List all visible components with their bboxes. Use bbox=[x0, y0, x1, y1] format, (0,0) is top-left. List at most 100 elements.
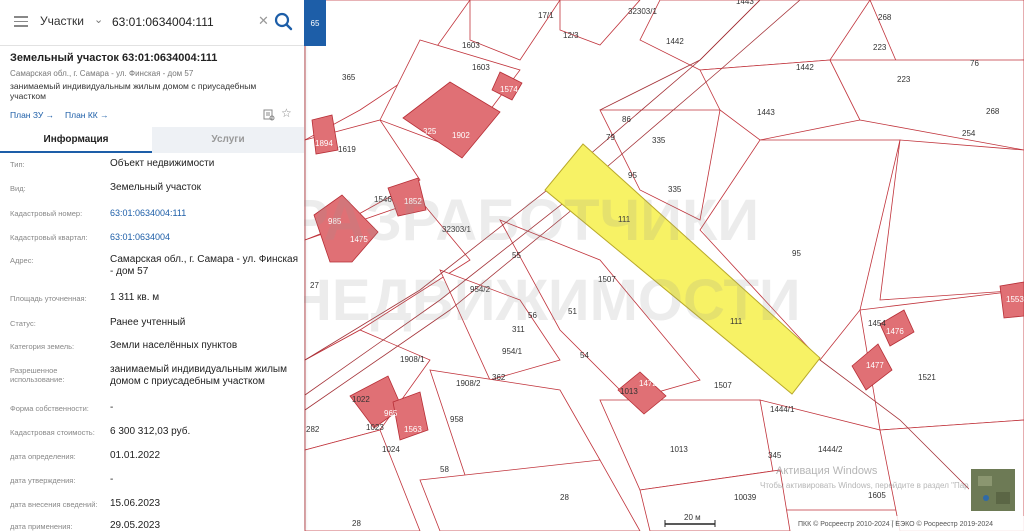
menu-icon[interactable] bbox=[12, 13, 30, 31]
parcel-label: 958 bbox=[450, 415, 464, 424]
parcel[interactable] bbox=[469, 0, 561, 61]
parcel-label: 1507 bbox=[714, 381, 732, 390]
parcel-label: 1443 bbox=[736, 0, 754, 6]
parcel-label: 325 bbox=[423, 127, 437, 136]
parcel-label: 10039 bbox=[734, 493, 757, 502]
parcel-label: 254 bbox=[962, 129, 976, 138]
parcel-label: 1476 bbox=[886, 327, 904, 336]
parcel-label: 1894 bbox=[315, 139, 333, 148]
parcel-label: 362 bbox=[492, 373, 506, 382]
parcel-label: 1022 bbox=[352, 395, 370, 404]
basemap-switcher[interactable] bbox=[969, 467, 1017, 513]
parcel-label: 268 bbox=[878, 13, 892, 22]
parcel[interactable] bbox=[639, 0, 871, 71]
field-key: Кадастровый номер: bbox=[10, 209, 83, 218]
field-key: дата применения: bbox=[10, 522, 73, 531]
parcel[interactable] bbox=[829, 59, 1024, 151]
field-key: Разрешенное использование: bbox=[10, 366, 65, 384]
field-key: Адрес: bbox=[10, 256, 34, 265]
parcel-label: 95 bbox=[792, 249, 801, 258]
parcel-label: 1444/1 bbox=[770, 405, 795, 414]
field-key: Статус: bbox=[10, 319, 36, 328]
field-value: 6 300 312,03 руб. bbox=[110, 426, 191, 437]
object-address: Самарская обл., г. Самара - ул. Финская … bbox=[10, 69, 194, 78]
parcel[interactable] bbox=[304, 429, 421, 531]
parcel-label: 1605 bbox=[868, 491, 886, 500]
field-value: 29.05.2023 bbox=[110, 520, 161, 531]
field-key: Кадастровая стоимость: bbox=[10, 428, 95, 437]
parcel-label: 1472 bbox=[639, 379, 657, 388]
parcel-label: 28 bbox=[560, 493, 569, 502]
parcel-label: 58 bbox=[440, 465, 449, 474]
chevron-down-icon[interactable]: ⌄ bbox=[94, 13, 103, 26]
field-value: Земельный участок bbox=[110, 182, 202, 193]
field-value: - bbox=[110, 474, 114, 485]
field-key: дата определения: bbox=[10, 452, 76, 461]
search-bar: Участки ⌄ ✕ bbox=[0, 0, 304, 46]
cadastral-quarter-link[interactable]: 63:01:0634004 bbox=[110, 231, 300, 243]
field-key: Кадастровый квартал: bbox=[10, 233, 88, 242]
parcel-label: 1477 bbox=[866, 361, 884, 370]
plan-kk-link[interactable]: План КК → bbox=[65, 110, 109, 120]
map-copyright: ПКК © Росреестр 2010-2024 | ЕЭКО © Росре… bbox=[798, 520, 993, 528]
parcel-label: 1442 bbox=[666, 37, 684, 46]
tab-services[interactable]: Услуги bbox=[152, 127, 304, 153]
parcel-label: 282 bbox=[306, 425, 320, 434]
parcel-label: 1024 bbox=[382, 445, 400, 454]
parcel-label: 32303/1 bbox=[628, 7, 657, 16]
field-value: Ранее учтенный bbox=[110, 317, 186, 328]
plan-zu-link[interactable]: План ЗУ → bbox=[10, 110, 54, 120]
document-icon[interactable] bbox=[263, 108, 275, 126]
field-key: Площадь уточненная: bbox=[10, 294, 87, 303]
parcel-label: 1603 bbox=[462, 41, 480, 50]
field-value: 01.01.2022 bbox=[110, 450, 161, 461]
field-value: 15.06.2023 bbox=[110, 498, 161, 509]
parcel-label: 345 bbox=[768, 451, 782, 460]
field-key: Категория земель: bbox=[10, 342, 75, 351]
parcel-label: 1013 bbox=[670, 445, 688, 454]
parcel[interactable] bbox=[419, 459, 641, 531]
parcel-label: 1908/2 bbox=[456, 379, 481, 388]
parcel-label: 1442 bbox=[796, 63, 814, 72]
activation-watermark-sub: Чтобы активировать Windows, перейдите в … bbox=[760, 481, 1002, 490]
close-icon[interactable]: ✕ bbox=[258, 13, 269, 29]
logo-watermark-line1: РАЗРАБОТЧИКИ bbox=[290, 188, 759, 253]
tabs: Информация Услуги bbox=[0, 127, 304, 153]
field-value: Земли населённых пунктов bbox=[110, 340, 238, 351]
field-key: Тип: bbox=[10, 160, 25, 169]
tab-information[interactable]: Информация bbox=[0, 127, 152, 153]
parcel-label: 1454 bbox=[868, 319, 886, 328]
star-icon[interactable]: ☆ bbox=[281, 106, 292, 120]
parcel-label: 1619 bbox=[338, 145, 356, 154]
cadastral-number-link[interactable]: 63:01:0634004:111 bbox=[110, 207, 300, 219]
info-panel: Участки ⌄ ✕ Земельный участок 63:01:0634… bbox=[0, 0, 304, 531]
panel-collapse-tab[interactable]: 65 bbox=[304, 0, 326, 46]
parcel-label: 1444/2 bbox=[818, 445, 843, 454]
field-value: Самарская обл., г. Самара - ул. Финская … bbox=[110, 254, 299, 277]
parcel-label: 223 bbox=[873, 43, 887, 52]
parcel-label: 1574 bbox=[500, 85, 518, 94]
parcel-label: 365 bbox=[342, 73, 356, 82]
parcel-label: 95 bbox=[628, 171, 637, 180]
field-key: дата внесения сведений: bbox=[10, 500, 98, 509]
object-title: Земельный участок 63:01:0634004:111 bbox=[10, 52, 218, 64]
parcel-label: 54 bbox=[580, 351, 589, 360]
field-value: занимаемый индивидуальным жилым домом с … bbox=[110, 364, 287, 387]
parcel[interactable] bbox=[879, 139, 1024, 301]
parcel-label: 17/1 bbox=[538, 11, 554, 20]
layer-select[interactable]: Участки bbox=[40, 14, 84, 28]
parcel-label: 1023 bbox=[366, 423, 384, 432]
object-description: занимаемый индивидуальным жилым домом с … bbox=[10, 81, 257, 101]
parcel-label: 1443 bbox=[757, 108, 775, 117]
parcel-label: 12/3 bbox=[563, 31, 579, 40]
parcel-label: 965 bbox=[384, 409, 398, 418]
parcel-label: 1013 bbox=[620, 387, 638, 396]
parcel-label: 79 bbox=[606, 133, 615, 142]
parcel[interactable] bbox=[869, 0, 1024, 71]
field-value: 1 311 кв. м bbox=[110, 292, 160, 303]
parcel-label: 76 bbox=[970, 59, 979, 68]
search-icon[interactable] bbox=[270, 8, 298, 36]
field-key: Вид: bbox=[10, 184, 26, 193]
search-input[interactable] bbox=[112, 10, 260, 34]
parcel-label: 28 bbox=[352, 519, 361, 528]
